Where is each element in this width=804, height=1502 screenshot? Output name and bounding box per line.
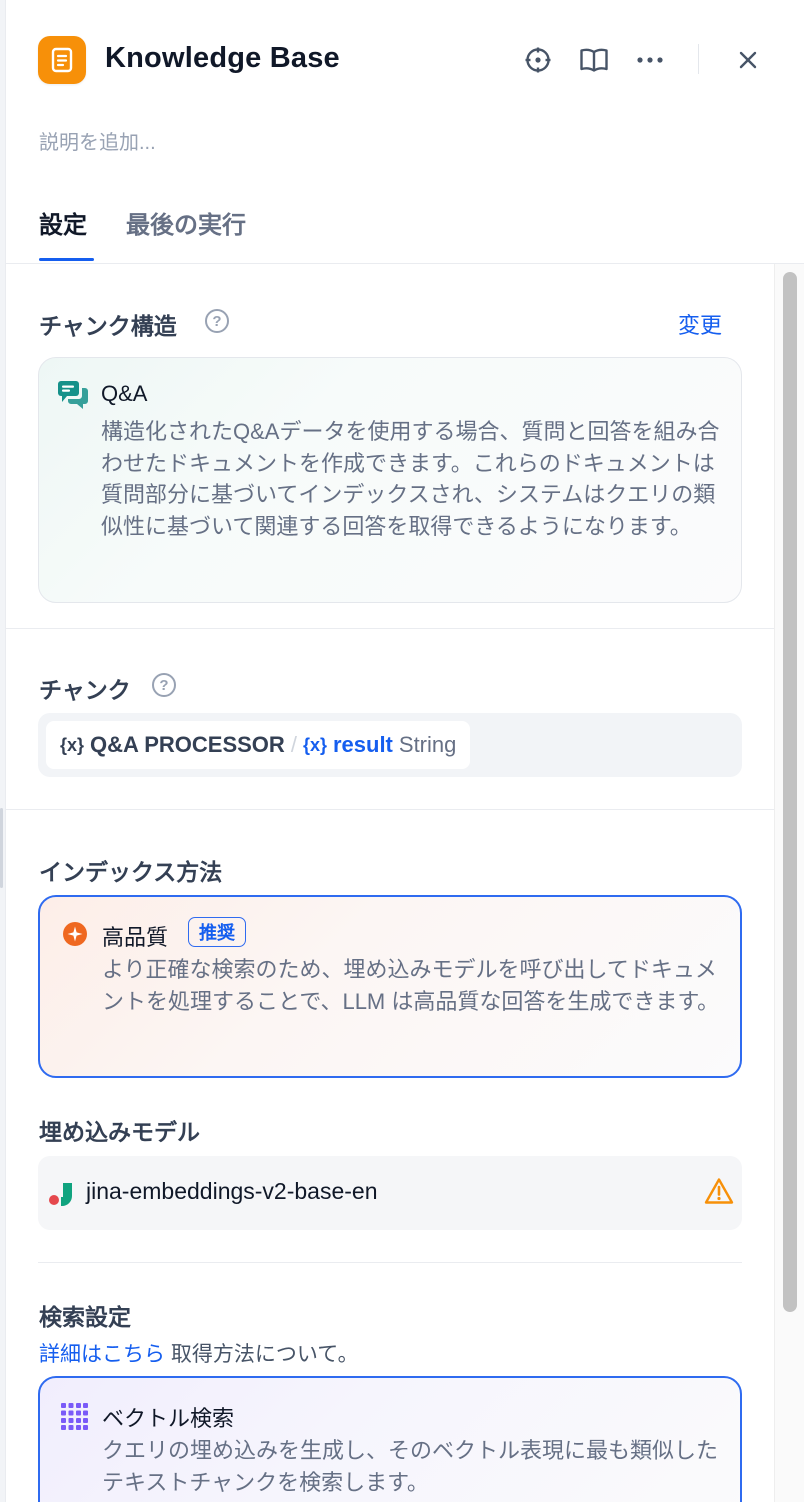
learn-more-link[interactable]: 詳細はこちら (39, 1343, 165, 1366)
chunk-structure-card: Q&A 構造化されたQ&Aデータを使用する場合、質問と回答を組み合わせたドキュメ… (38, 357, 742, 603)
high-quality-option[interactable]: 高品質 推奨 より正確な検索のため、埋め込みモデルを呼び出してドキュメントを処理… (38, 895, 742, 1078)
vector-search-option[interactable]: ベクトル検索 クエリの埋め込みを生成し、そのベクトル表現に最も類似したテキストチ… (38, 1376, 742, 1502)
description-input[interactable]: 説明を追加... (39, 126, 156, 155)
chunk-structure-description: 構造化されたQ&Aデータを使用する場合、質問と回答を組み合わせたドキュメントを作… (101, 419, 720, 539)
embedding-model-name: jina-embeddings-v2-base-en (86, 1178, 378, 1204)
help-icon[interactable]: ? (205, 309, 229, 333)
recommended-badge: 推奨 (188, 917, 246, 947)
chunk-structure-label: チャンク構造 (39, 313, 177, 339)
index-method-label: インデックス方法 (39, 859, 223, 885)
variable-type: String (398, 732, 457, 757)
vector-search-description: クエリの埋め込みを生成し、そのベクトル表現に最も類似したテキストチャンクを検索し… (102, 1438, 719, 1495)
close-button[interactable] (728, 40, 768, 80)
chunk-variable-field[interactable]: {x} Q&A PROCESSOR / {x} result String (38, 713, 742, 777)
settings-scroll-area[interactable]: チャンク構造 ? 変更 Q&A 構造化されたQ&Aデータを使用する場合、質問と回… (6, 264, 804, 1502)
change-structure-link[interactable]: 変更 (678, 308, 722, 340)
section-divider (6, 809, 774, 810)
jina-logo-icon (49, 1183, 72, 1206)
retrieval-settings-label: 検索設定 (39, 1304, 131, 1330)
chat-bubbles-icon (58, 381, 88, 409)
header-divider (698, 44, 699, 74)
sparkle-badge-icon (63, 922, 87, 946)
high-quality-title: 高品質 (102, 925, 169, 950)
tab-last-run[interactable]: 最後の実行 (126, 205, 246, 240)
ellipsis-icon (637, 57, 663, 63)
active-tab-indicator (39, 258, 94, 261)
variable-separator: / (290, 732, 297, 757)
high-quality-description: より正確な検索のため、埋め込みモデルを呼び出してドキュメントを処理することで、L… (102, 957, 720, 1014)
locate-node-button[interactable] (518, 40, 558, 80)
variable-icon: {x} (60, 734, 85, 755)
embedding-model-selector[interactable]: jina-embeddings-v2-base-en (38, 1156, 742, 1230)
variable-chip[interactable]: {x} Q&A PROCESSOR / {x} result String (46, 721, 471, 769)
variable-node-name: Q&A PROCESSOR (90, 732, 285, 757)
docs-button[interactable] (574, 40, 614, 80)
tab-settings[interactable]: 設定 (39, 205, 87, 240)
panel-header: Knowledge Base 説明を追加... 設定 最後の実行 (6, 0, 804, 264)
resize-handle[interactable] (0, 808, 3, 888)
learn-more-suffix: 取得方法について。 (165, 1343, 359, 1366)
document-icon (38, 36, 86, 84)
more-options-button[interactable] (630, 40, 670, 80)
section-divider (38, 1262, 742, 1263)
book-icon (580, 48, 608, 72)
crosshair-icon (525, 47, 551, 73)
chunk-label: チャンク (39, 677, 131, 703)
section-divider (6, 628, 774, 629)
scrollbar-thumb[interactable] (783, 272, 797, 1312)
warning-triangle-icon[interactable] (704, 1177, 734, 1205)
close-icon (739, 51, 757, 69)
vector-search-title: ベクトル検索 (102, 1406, 235, 1431)
variable-name: result (332, 732, 393, 757)
help-icon[interactable]: ? (152, 673, 176, 697)
panel-title: Knowledge Base (105, 42, 340, 74)
variable-icon: {x} (302, 734, 327, 755)
retrieval-help-text: 詳細はこちら 取得方法について。 (39, 1338, 359, 1368)
embedding-model-label: 埋め込みモデル (39, 1119, 200, 1145)
grid-dots-icon (61, 1403, 88, 1430)
chunk-structure-title: Q&A (101, 381, 148, 406)
knowledge-base-panel: Knowledge Base 説明を追加... 設定 最後の実行 チャンク構造 … (5, 0, 804, 1502)
